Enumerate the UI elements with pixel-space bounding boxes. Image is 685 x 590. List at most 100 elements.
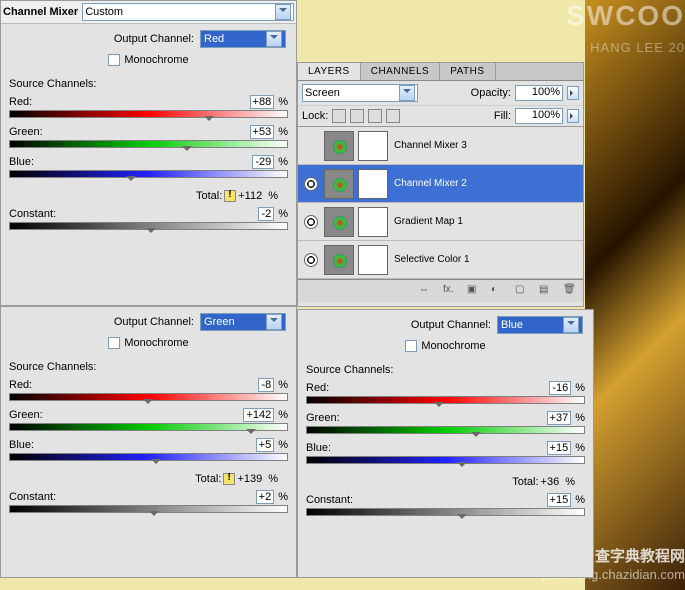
- blend-mode-dropdown[interactable]: Screen: [302, 84, 418, 102]
- lock-pixels-icon[interactable]: [350, 109, 364, 123]
- panel-title: Channel Mixer: [3, 6, 78, 18]
- monochrome-label: Monochrome: [124, 337, 188, 349]
- trash-icon[interactable]: 🗑: [563, 284, 579, 298]
- layer-name: Gradient Map 1: [394, 216, 463, 227]
- monochrome-label: Monochrome: [124, 54, 188, 66]
- fx-icon[interactable]: fx.: [443, 284, 459, 298]
- output-channel-label: Output Channel:: [411, 319, 491, 331]
- opacity-input[interactable]: 100%: [515, 85, 563, 101]
- mask-thumb[interactable]: [358, 207, 388, 237]
- layer-row[interactable]: Channel Mixer 2: [298, 165, 583, 203]
- mask-thumb[interactable]: [358, 169, 388, 199]
- green-label: Green:: [9, 126, 43, 138]
- constant-slider[interactable]: [149, 511, 159, 521]
- visibility-eye-icon[interactable]: [304, 177, 318, 191]
- output-channel-label: Output Channel:: [114, 33, 194, 45]
- green-slider[interactable]: [246, 429, 256, 439]
- blue-slider[interactable]: [457, 462, 467, 472]
- visibility-eye-icon[interactable]: [304, 253, 318, 267]
- warning-icon: [223, 473, 235, 485]
- constant-label: Constant:: [9, 208, 56, 220]
- new-layer-icon[interactable]: ▤: [539, 284, 555, 298]
- chevron-down-icon[interactable]: [266, 314, 282, 330]
- constant-slider[interactable]: [146, 228, 156, 238]
- output-channel-label: Output Channel:: [114, 316, 194, 328]
- fill-input[interactable]: 100%: [515, 108, 563, 124]
- adjustment-thumb[interactable]: [324, 207, 354, 237]
- constant-input[interactable]: -2: [258, 207, 274, 221]
- adjustment-icon[interactable]: ◐: [491, 284, 507, 298]
- red-slider[interactable]: [434, 402, 444, 412]
- red-slider[interactable]: [143, 399, 153, 409]
- tab-paths[interactable]: PATHS: [440, 63, 495, 80]
- visibility-eye-icon[interactable]: [304, 139, 318, 153]
- green-input[interactable]: +142: [243, 408, 274, 422]
- blue-slider[interactable]: [151, 459, 161, 469]
- green-slider[interactable]: [471, 432, 481, 442]
- chevron-down-icon[interactable]: [275, 4, 291, 20]
- channel-mixer-green-panel: Output Channel: Green Monochrome Source …: [0, 306, 297, 578]
- output-channel-dropdown[interactable]: Blue: [497, 316, 583, 334]
- green-slider[interactable]: [182, 146, 192, 156]
- lock-position-icon[interactable]: [368, 109, 382, 123]
- monochrome-checkbox[interactable]: [108, 337, 120, 349]
- blue-slider[interactable]: [126, 176, 136, 186]
- channel-mixer-blue-panel: Output Channel: Blue Monochrome Source C…: [297, 309, 594, 578]
- adjustment-thumb[interactable]: [324, 169, 354, 199]
- chevron-down-icon[interactable]: [399, 85, 415, 101]
- blue-input[interactable]: +15: [547, 441, 572, 455]
- group-icon[interactable]: ▢: [515, 284, 531, 298]
- red-input[interactable]: -16: [549, 381, 571, 395]
- mask-thumb[interactable]: [358, 131, 388, 161]
- total-value: +112: [238, 190, 262, 202]
- layer-row[interactable]: Selective Color 1: [298, 241, 583, 279]
- red-label: Red:: [9, 96, 32, 108]
- monochrome-checkbox[interactable]: [405, 340, 417, 352]
- mask-thumb[interactable]: [358, 245, 388, 275]
- adjustment-thumb[interactable]: [324, 131, 354, 161]
- lock-transparent-icon[interactable]: [332, 109, 346, 123]
- source-channels-label: Source Channels:: [306, 364, 585, 376]
- watermark-text: SWCOO: [566, 0, 685, 32]
- warning-icon: [224, 190, 236, 202]
- watermark-sub: HANG LEE 20: [590, 40, 685, 55]
- chevron-down-icon[interactable]: [266, 31, 282, 47]
- link-layers-icon[interactable]: ⇔: [419, 284, 435, 298]
- fill-label: Fill:: [494, 110, 511, 122]
- chevron-down-icon[interactable]: [563, 317, 579, 333]
- green-input[interactable]: +37: [547, 411, 572, 425]
- visibility-eye-icon[interactable]: [304, 215, 318, 229]
- watermark-site: 查字典教程网: [595, 545, 685, 566]
- red-input[interactable]: +88: [250, 95, 275, 109]
- red-input[interactable]: -8: [258, 378, 274, 392]
- fill-flyout-icon[interactable]: [567, 109, 579, 123]
- constant-slider[interactable]: [457, 514, 467, 524]
- layer-name: Channel Mixer 2: [394, 178, 467, 189]
- layer-name: Selective Color 1: [394, 254, 470, 265]
- tab-layers[interactable]: LAYERS: [298, 63, 361, 80]
- opacity-flyout-icon[interactable]: [567, 86, 579, 100]
- source-channels-label: Source Channels:: [9, 78, 288, 90]
- output-channel-dropdown[interactable]: Green: [200, 313, 286, 331]
- monochrome-checkbox[interactable]: [108, 54, 120, 66]
- adjustment-thumb[interactable]: [324, 245, 354, 275]
- tab-channels[interactable]: CHANNELS: [361, 63, 440, 80]
- blue-input[interactable]: -29: [252, 155, 274, 169]
- monochrome-label: Monochrome: [421, 340, 485, 352]
- output-channel-dropdown[interactable]: Red: [200, 30, 286, 48]
- blue-label: Blue:: [9, 156, 34, 168]
- preset-dropdown[interactable]: Custom: [82, 3, 294, 21]
- lock-all-icon[interactable]: [386, 109, 400, 123]
- red-slider[interactable]: [204, 116, 214, 126]
- lock-label: Lock:: [302, 110, 328, 122]
- green-input[interactable]: +53: [250, 125, 275, 139]
- constant-input[interactable]: +15: [547, 493, 572, 507]
- mask-icon[interactable]: ▣: [467, 284, 483, 298]
- layers-panel: LAYERS CHANNELS PATHS Screen Opacity: 10…: [297, 62, 584, 307]
- constant-input[interactable]: +2: [256, 490, 275, 504]
- layer-name: Channel Mixer 3: [394, 140, 467, 151]
- layer-row[interactable]: Gradient Map 1: [298, 203, 583, 241]
- total-label: Total:: [196, 190, 222, 202]
- layer-row[interactable]: Channel Mixer 3: [298, 127, 583, 165]
- blue-input[interactable]: +5: [256, 438, 275, 452]
